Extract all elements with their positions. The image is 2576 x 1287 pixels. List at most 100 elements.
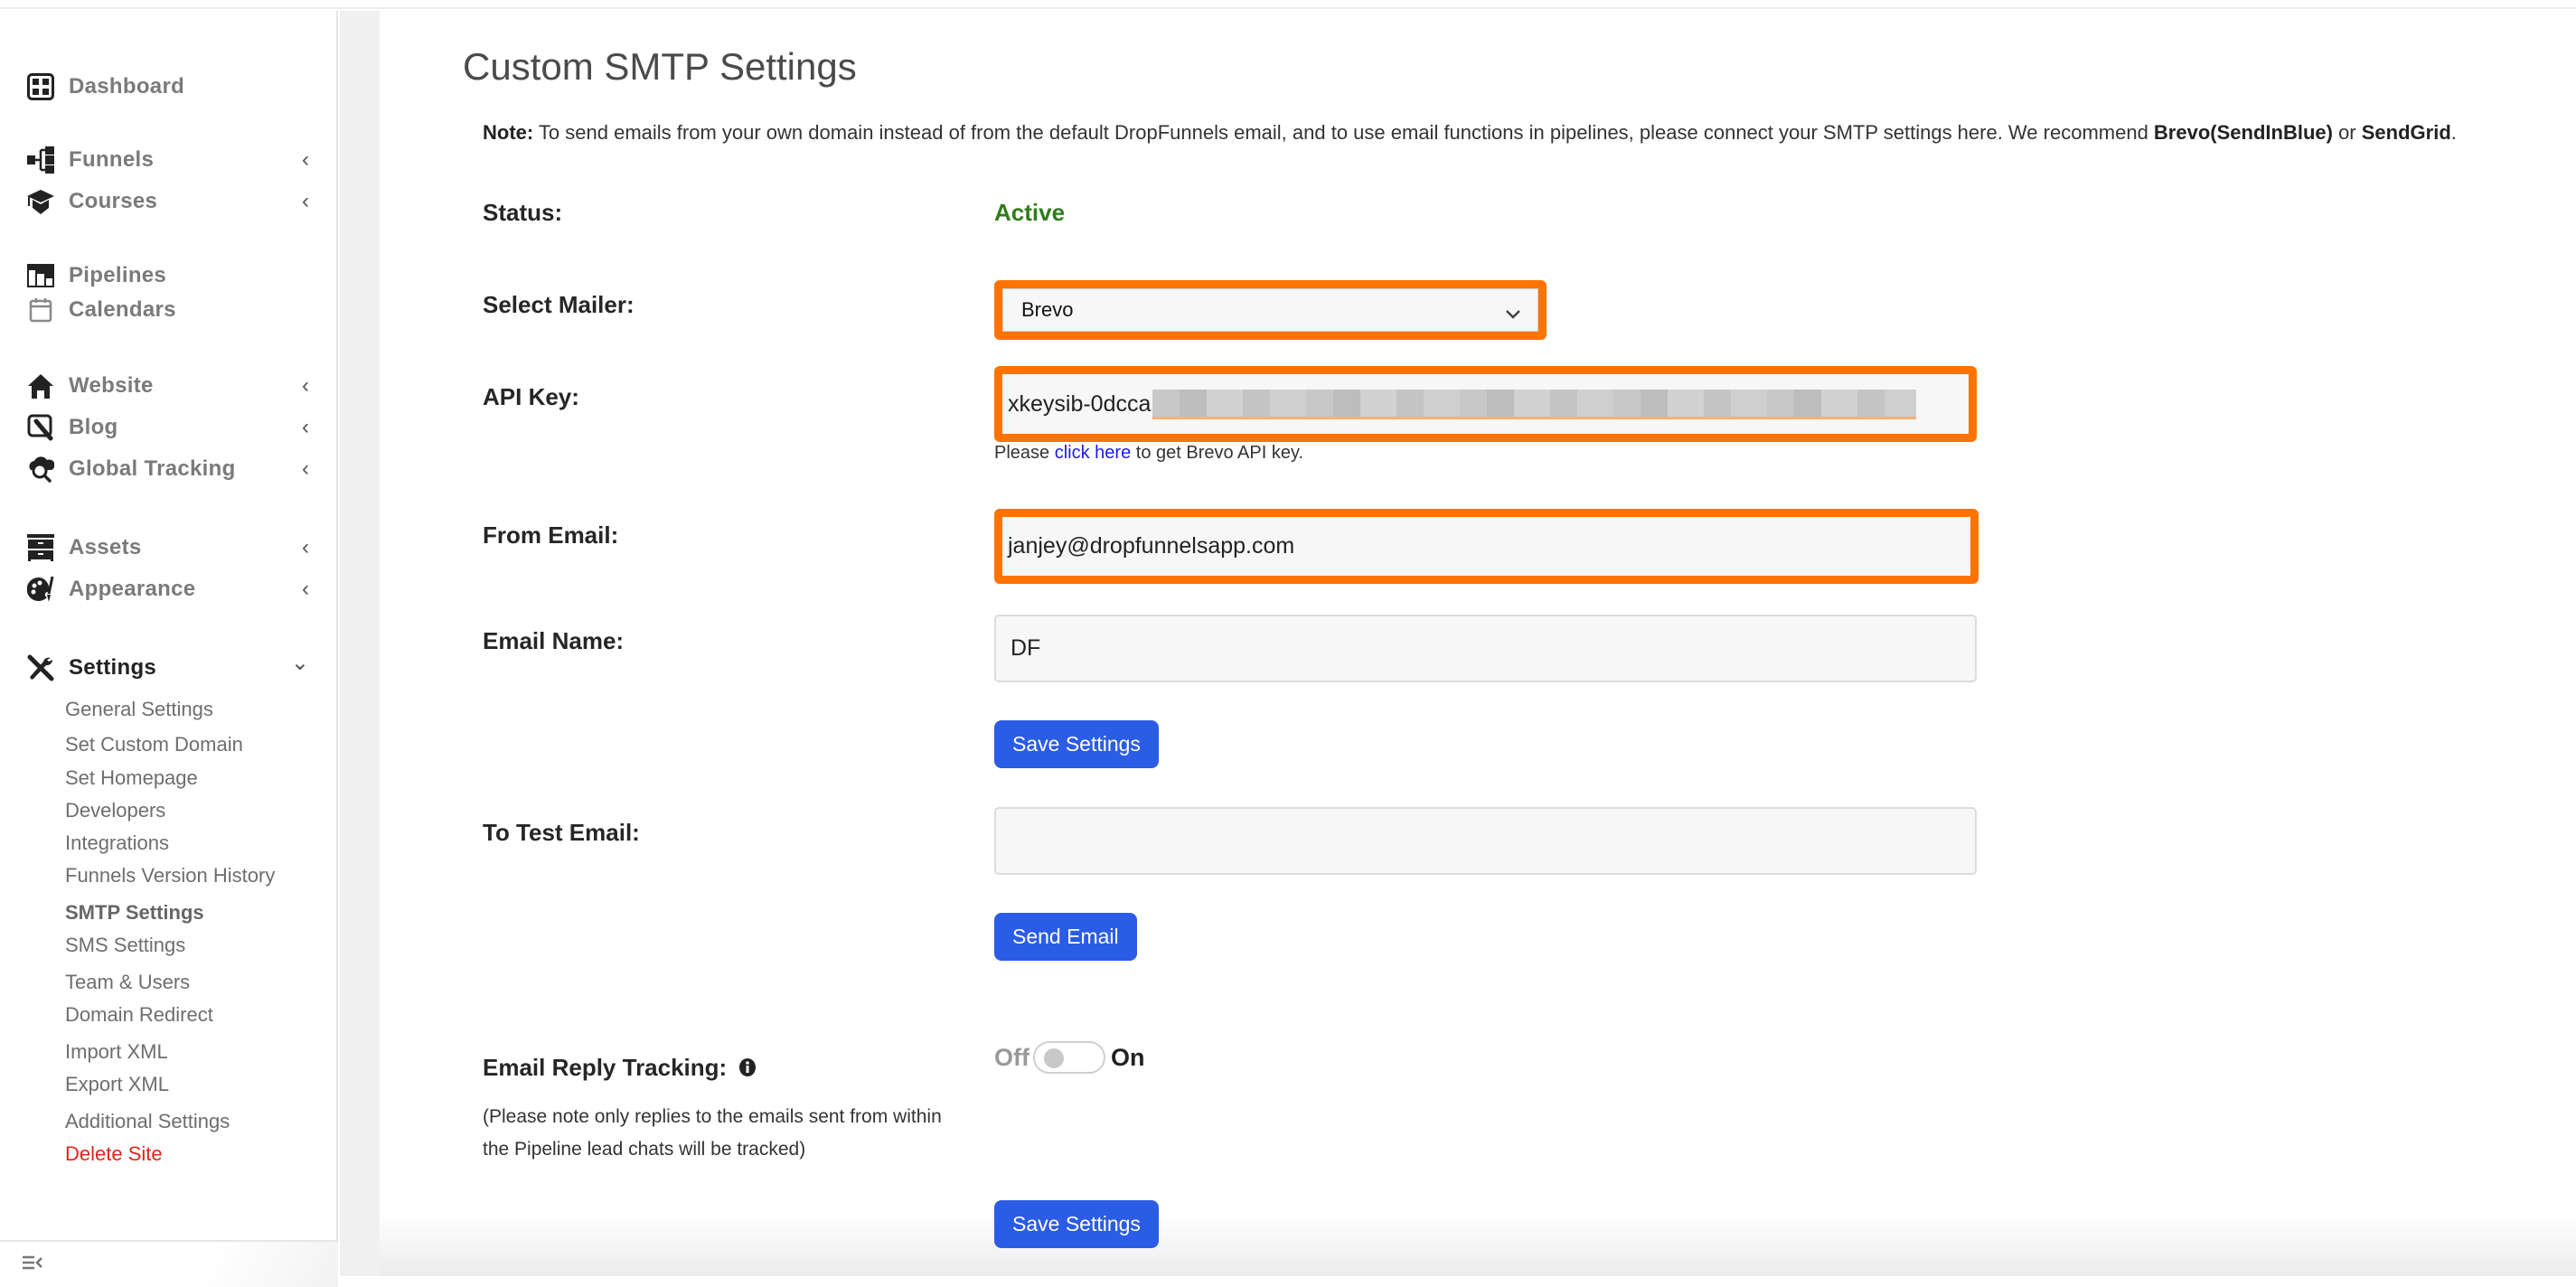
note-recommend-sendgrid: SendGrid [2361,121,2451,144]
sidebar-item-label: Courses [69,189,158,213]
sidebar-item-funnels[interactable]: Funnels ‹ [27,142,316,178]
sidebar-item-courses[interactable]: Courses ‹ [27,183,316,220]
graduation-cap-icon [27,188,54,215]
sidebar-item-appearance[interactable]: Appearance ‹ [27,571,316,607]
submenu-integrations[interactable]: Integrations [65,831,169,855]
home-icon [27,372,54,399]
palette-icon [27,576,54,603]
blog-edit-icon [27,414,54,441]
top-border [0,0,2576,9]
submenu-set-homepage[interactable]: Set Homepage [65,766,198,790]
smtp-note: Note: To send emails from your own domai… [483,121,2457,145]
chevron-down-icon: ⌄ [290,651,309,675]
note-label: Note: [483,121,534,144]
sidebar-item-dashboard[interactable]: Dashboard [27,69,316,105]
chevron-left-icon: ‹ [302,456,309,481]
save-settings-button[interactable]: Save Settings [994,720,1159,768]
api-key-helper: Please click here to get Brevo API key. [994,443,1303,464]
submenu-set-custom-domain[interactable]: Set Custom Domain [65,733,243,756]
submenu-additional-settings[interactable]: Additional Settings [65,1110,230,1133]
api-key-label: API Key: [483,383,579,410]
submenu-delete-site[interactable]: Delete Site [65,1142,163,1166]
page-title: Custom SMTP Settings [463,45,857,89]
get-api-key-link[interactable]: click here [1055,443,1131,463]
sidebar-item-assets[interactable]: Assets ‹ [27,530,316,566]
chevron-down-icon [1505,302,1521,325]
sidebar-item-label: Funnels [69,147,155,172]
chevron-left-icon: ‹ [302,415,309,439]
chevron-left-icon: ‹ [302,535,309,559]
dashboard-icon [27,73,54,100]
sidebar-gutter [340,11,380,1276]
cloud-search-icon [27,456,54,483]
drawer-icon [27,534,54,561]
mailer-select[interactable]: Brevo [1002,288,1538,332]
sidebar-item-label: Calendars [69,297,176,322]
submenu-developers[interactable]: Developers [65,799,165,822]
send-email-button[interactable]: Send Email [994,913,1137,961]
select-mailer-label: Select Mailer: [483,291,635,318]
chevron-left-icon: ‹ [302,189,309,213]
submenu-funnels-version-history[interactable]: Funnels Version History [65,864,275,888]
sidebar-footer [0,1240,338,1287]
reply-tracking-label-text: Email Reply Tracking: [483,1054,728,1081]
info-icon[interactable] [738,1056,757,1084]
note-recommend-brevo: Brevo(SendInBlue) [2153,121,2333,144]
test-email-label: To Test Email: [483,819,640,846]
submenu-general-settings[interactable]: General Settings [65,698,213,721]
submenu-team-users[interactable]: Team & Users [65,971,190,994]
sidebar-item-label: Blog [69,415,118,439]
helper-text: to get Brevo API key. [1131,443,1304,463]
mailer-select-value: Brevo [1021,298,1074,321]
sidebar-item-label: Dashboard [69,74,185,99]
sidebar-item-label: Website [69,373,154,398]
save-settings-button-bottom[interactable]: Save Settings [994,1200,1159,1248]
api-key-value: xkeysib-0dcca [1008,390,1152,417]
chevron-left-icon: ‹ [302,147,309,172]
sidebar-item-label: Global Tracking [69,456,236,481]
toggle-off-label: Off [994,1043,1029,1071]
sidebar-item-settings[interactable]: Settings ⌄ [27,650,316,686]
from-email-input[interactable]: janjey@dropfunnelsapp.com [1002,517,1970,576]
sidebar-item-global-tracking[interactable]: Global Tracking ‹ [27,451,316,487]
reply-tracking-note: (Please note only replies to the emails … [483,1106,942,1160]
tools-icon [27,654,54,681]
reply-tracking-toggle-group: Off On [994,1041,1144,1074]
email-name-input[interactable]: DF [994,615,1977,682]
api-key-redacted [1152,389,1917,419]
reply-tracking-toggle[interactable] [1032,1041,1105,1074]
note-text: To send emails from your own domain inst… [533,121,2154,144]
sidebar-item-pipelines[interactable]: Pipelines [27,258,316,294]
submenu-sms-settings[interactable]: SMS Settings [65,934,185,957]
chevron-left-icon: ‹ [302,373,309,398]
chevron-left-icon: ‹ [302,577,309,601]
pipelines-icon [27,262,54,289]
sidebar-item-website[interactable]: Website ‹ [27,368,316,404]
collapse-menu-icon[interactable] [22,1254,43,1275]
api-key-input[interactable]: xkeysib-0dcca [1002,374,1969,434]
note-or: or [2332,121,2362,144]
from-email-label: From Email: [483,521,619,549]
sidebar-item-label: Settings [69,655,157,680]
toggle-on-label: On [1110,1043,1145,1071]
sidebar-item-label: Assets [69,535,142,559]
sidebar-item-label: Appearance [69,577,196,601]
sidebar-item-calendars[interactable]: Calendars [27,292,316,328]
status-badge: Active [994,199,1066,226]
sidebar-item-label: Pipelines [69,263,167,287]
sidebar: Dashboard Funnels ‹ Courses ‹ Pipelines … [0,11,338,1287]
submenu-export-xml[interactable]: Export XML [65,1073,169,1096]
test-email-input[interactable] [994,807,1977,875]
funnels-icon [27,146,54,174]
helper-text: Please [994,443,1055,463]
submenu-domain-redirect[interactable]: Domain Redirect [65,1003,213,1027]
toggle-knob [1043,1048,1064,1068]
sidebar-item-blog[interactable]: Blog ‹ [27,409,316,446]
calendar-icon [27,296,54,324]
submenu-import-xml[interactable]: Import XML [65,1040,168,1064]
note-end: . [2450,121,2457,144]
reply-tracking-label: Email Reply Tracking: [483,1054,757,1084]
status-label: Status: [483,199,563,226]
submenu-smtp-settings[interactable]: SMTP Settings [65,901,204,925]
email-name-label: Email Name: [483,627,625,654]
